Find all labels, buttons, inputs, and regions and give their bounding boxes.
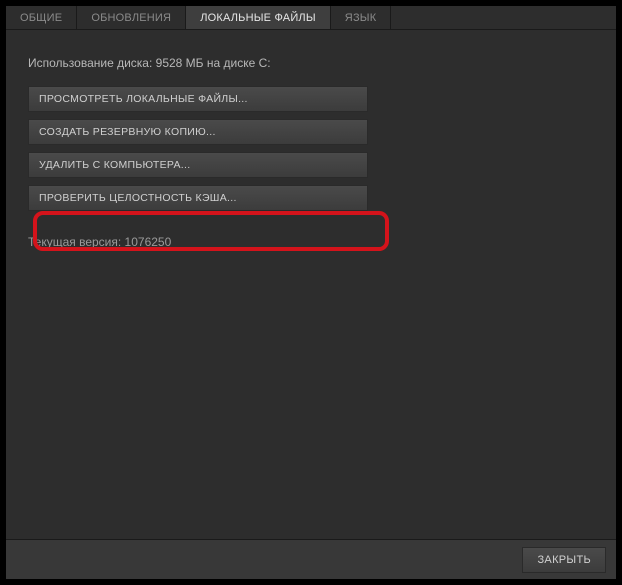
- delete-local-button[interactable]: УДАЛИТЬ С КОМПЬЮТЕРА...: [28, 152, 368, 178]
- tab-local-files[interactable]: ЛОКАЛЬНЫЕ ФАЙЛЫ: [186, 6, 331, 29]
- properties-window: ОБЩИЕ ОБНОВЛЕНИЯ ЛОКАЛЬНЫЕ ФАЙЛЫ ЯЗЫК Ис…: [6, 6, 616, 579]
- tab-language[interactable]: ЯЗЫК: [331, 6, 392, 29]
- tab-content: Использование диска: 9528 МБ на диске C:…: [6, 30, 616, 539]
- dialog-footer: ЗАКРЫТЬ: [6, 539, 616, 579]
- disk-usage-text: Использование диска: 9528 МБ на диске C:: [28, 56, 594, 70]
- backup-button[interactable]: СОЗДАТЬ РЕЗЕРВНУЮ КОПИЮ...: [28, 119, 368, 145]
- tab-bar: ОБЩИЕ ОБНОВЛЕНИЯ ЛОКАЛЬНЫЕ ФАЙЛЫ ЯЗЫК: [6, 6, 616, 30]
- verify-cache-button[interactable]: ПРОВЕРИТЬ ЦЕЛОСТНОСТЬ КЭША...: [28, 185, 368, 211]
- current-version-text: Текущая версия: 1076250: [28, 235, 594, 249]
- close-button[interactable]: ЗАКРЫТЬ: [522, 547, 606, 573]
- tab-general[interactable]: ОБЩИЕ: [6, 6, 77, 29]
- browse-local-files-button[interactable]: ПРОСМОТРЕТЬ ЛОКАЛЬНЫЕ ФАЙЛЫ...: [28, 86, 368, 112]
- tab-updates[interactable]: ОБНОВЛЕНИЯ: [77, 6, 186, 29]
- action-button-list: ПРОСМОТРЕТЬ ЛОКАЛЬНЫЕ ФАЙЛЫ... СОЗДАТЬ Р…: [28, 86, 368, 211]
